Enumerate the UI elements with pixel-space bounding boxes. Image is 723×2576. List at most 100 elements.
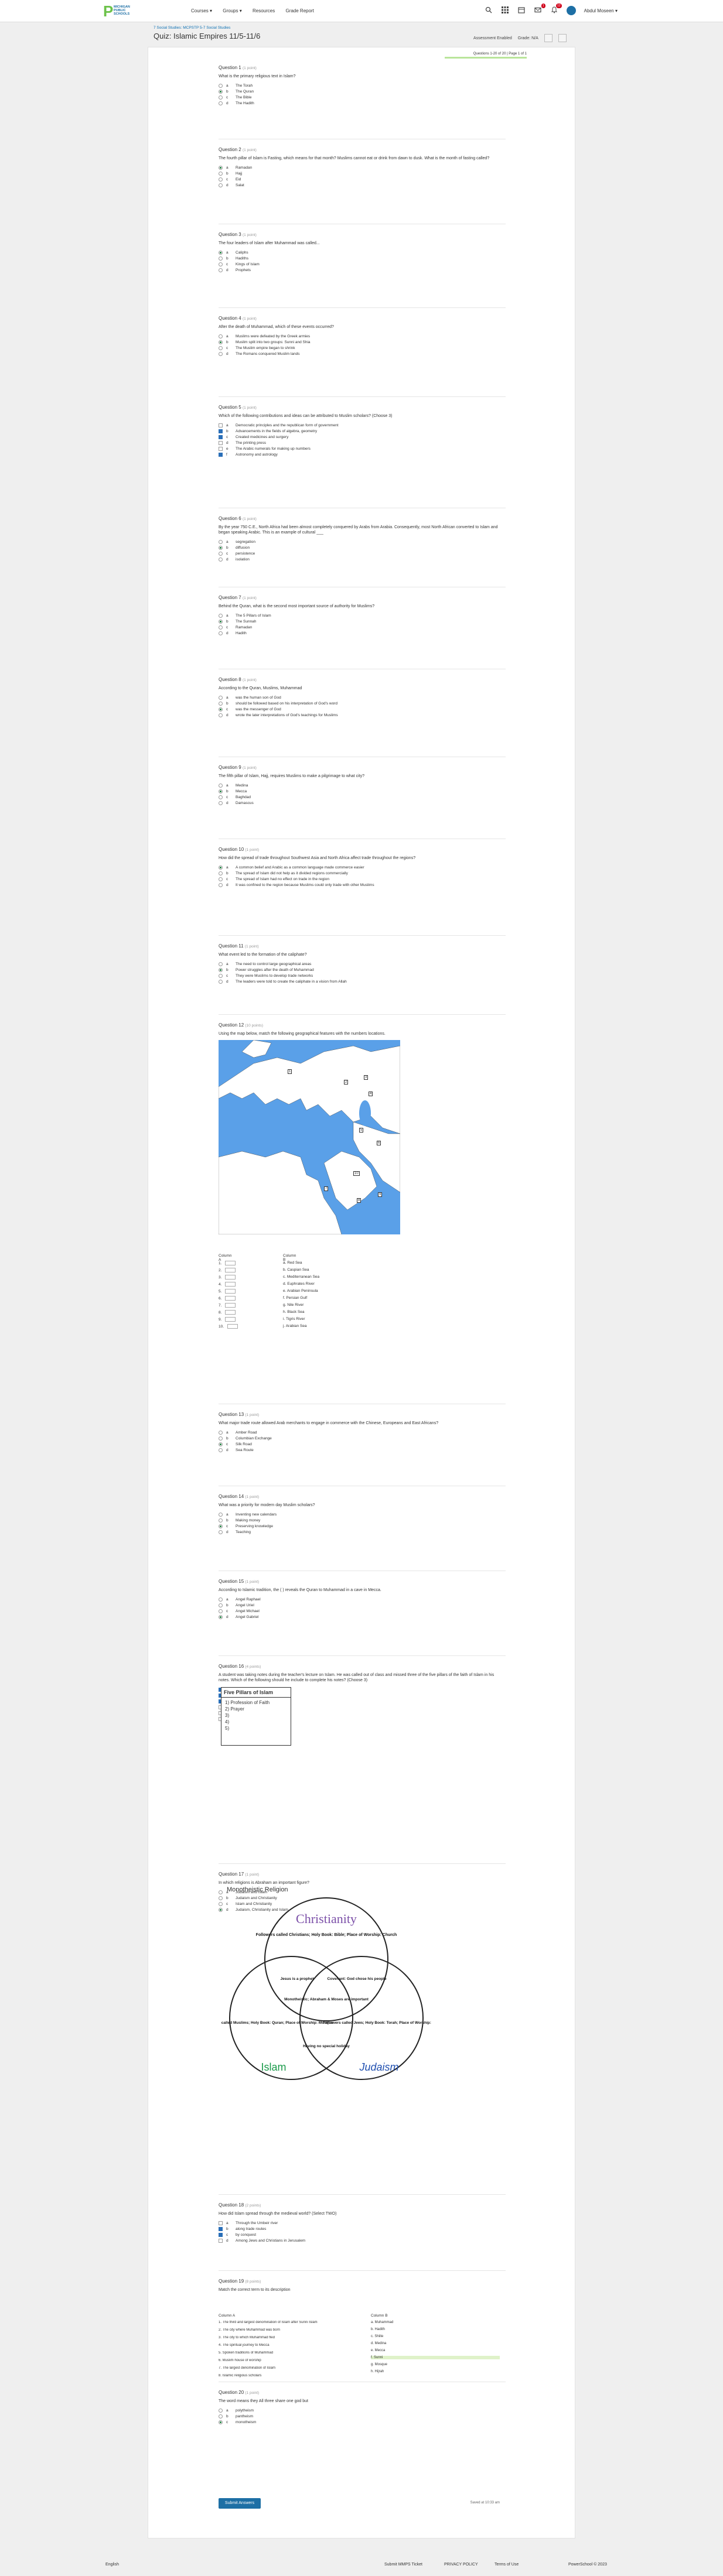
answer-option[interactable]: d Angel Gabriel xyxy=(219,1614,500,1620)
answer-option[interactable]: b Making money xyxy=(219,1517,500,1523)
answer-option[interactable]: c Created medicines and surgery xyxy=(219,434,500,440)
answer-radio[interactable] xyxy=(219,1530,223,1534)
answer-radio[interactable] xyxy=(219,613,223,618)
answer-radio[interactable] xyxy=(219,268,223,272)
answer-radio[interactable] xyxy=(219,1609,223,1613)
apps-grid-icon[interactable] xyxy=(501,6,509,15)
match-select[interactable] xyxy=(225,1317,236,1322)
answer-radio[interactable] xyxy=(219,789,223,793)
answer-option[interactable]: c by conquest xyxy=(219,2232,500,2238)
match-select[interactable] xyxy=(225,1303,236,1308)
answer-option[interactable]: a The 5 Pillars of Islam xyxy=(219,613,500,618)
answer-radio[interactable] xyxy=(219,262,223,266)
answer-radio[interactable] xyxy=(219,625,223,630)
answer-radio[interactable] xyxy=(219,1430,223,1435)
answer-radio[interactable] xyxy=(219,83,223,88)
answer-option[interactable]: d Damascus xyxy=(219,800,500,806)
answer-option[interactable]: a Medina xyxy=(219,782,500,788)
answer-option[interactable]: c Ramadan xyxy=(219,624,500,630)
answer-option[interactable]: b along trade routes xyxy=(219,2226,500,2232)
answer-option[interactable]: e The Arabic numerals for making up numbe… xyxy=(219,446,500,451)
term-description[interactable]: 7. The largest denomination of Islam xyxy=(219,2366,359,2370)
answer-radio[interactable] xyxy=(219,340,223,344)
answer-checkbox[interactable] xyxy=(219,446,223,451)
nav-courses[interactable]: Courses ▾ xyxy=(191,8,212,13)
answer-option[interactable]: b Mecca xyxy=(219,788,500,794)
submit-answers-button[interactable]: Submit Answers xyxy=(219,2498,261,2509)
answer-radio[interactable] xyxy=(219,250,223,255)
answer-option[interactable]: d The leaders were told to create the cal… xyxy=(219,979,500,984)
answer-option[interactable]: d Sea Route xyxy=(219,1447,500,1453)
term-description[interactable]: 1. The third and largest denomination of… xyxy=(219,2321,359,2324)
answer-option[interactable]: c was the messenger of God xyxy=(219,706,500,712)
answer-radio[interactable] xyxy=(219,979,223,984)
answer-radio[interactable] xyxy=(219,101,223,105)
answer-option[interactable]: b diffusion xyxy=(219,545,500,550)
answer-option[interactable]: b Power struggles after the death of Muha… xyxy=(219,967,500,973)
answer-radio[interactable] xyxy=(219,256,223,261)
answer-option[interactable]: b The Quran xyxy=(219,88,500,94)
term-description[interactable]: 6. Muslim house of worship xyxy=(219,2359,359,2362)
answer-option[interactable]: c monotheism xyxy=(219,2419,500,2425)
answer-radio[interactable] xyxy=(219,1448,223,1452)
answer-option[interactable]: b Hajj xyxy=(219,170,500,176)
bell-icon[interactable]: 12 xyxy=(550,4,562,15)
answer-radio[interactable] xyxy=(219,795,223,799)
answer-option[interactable]: b pantheism xyxy=(219,2413,500,2419)
answer-option[interactable]: b Advancements in the fields of algebra, … xyxy=(219,428,500,434)
answer-radio[interactable] xyxy=(219,967,223,972)
answer-option[interactable]: b should be followed based on his interpr… xyxy=(219,700,500,706)
answer-radio[interactable] xyxy=(219,865,223,870)
answer-option[interactable]: c The Muslim empire began to shrink xyxy=(219,345,500,351)
answer-radio[interactable] xyxy=(219,1442,223,1446)
answer-option[interactable]: d Prophets xyxy=(219,267,500,273)
answer-option[interactable]: c Eid xyxy=(219,176,500,182)
answer-option[interactable]: a The need to control large geographical … xyxy=(219,961,500,967)
answer-radio[interactable] xyxy=(219,631,223,635)
answer-radio[interactable] xyxy=(219,1512,223,1517)
footer-link-ticket[interactable]: Submit MMPS Ticket xyxy=(384,2563,422,2567)
answer-radio[interactable] xyxy=(219,345,223,350)
answer-radio[interactable] xyxy=(219,1597,223,1602)
match-select[interactable] xyxy=(225,1261,236,1265)
answer-option[interactable]: d isolation xyxy=(219,556,500,562)
answer-option[interactable]: c persistence xyxy=(219,550,500,556)
answer-option[interactable]: b Hadiths xyxy=(219,255,500,261)
answer-option[interactable]: a Amber Road xyxy=(219,1429,500,1435)
term-description[interactable]: 4. The spiritual journey to Mecca xyxy=(219,2344,359,2347)
footer-link-privacy[interactable]: PRIVACY POLICY xyxy=(444,2563,478,2567)
answer-option[interactable]: a The Torah xyxy=(219,83,500,88)
answer-radio[interactable] xyxy=(219,2408,223,2413)
answer-radio[interactable] xyxy=(219,334,223,338)
answer-checkbox[interactable] xyxy=(219,452,223,457)
mail-icon[interactable]: 1 xyxy=(534,4,545,15)
answer-option[interactable]: c Angel Michael xyxy=(219,1608,500,1614)
expand-icon[interactable] xyxy=(558,34,567,42)
answer-option[interactable]: a was the human son of God xyxy=(219,695,500,700)
answer-radio[interactable] xyxy=(219,973,223,978)
answer-option[interactable]: a Through the Umbeir river xyxy=(219,2220,500,2226)
answer-radio[interactable] xyxy=(219,551,223,556)
answer-radio[interactable] xyxy=(219,962,223,966)
answer-option[interactable]: d The Romans conquered Muslim lands xyxy=(219,351,500,357)
answer-radio[interactable] xyxy=(219,2414,223,2418)
nav-resources[interactable]: Resources xyxy=(253,8,275,13)
match-select[interactable] xyxy=(225,1282,236,1287)
answer-option[interactable]: f Astronomy and astrology xyxy=(219,451,500,457)
answer-option[interactable]: c Kings of Islam xyxy=(219,261,500,267)
answer-radio[interactable] xyxy=(219,183,223,187)
answer-option[interactable]: b Columbian Exchange xyxy=(219,1435,500,1441)
answer-option[interactable]: b Angel Uriel xyxy=(219,1602,500,1608)
answer-radio[interactable] xyxy=(219,1614,223,1619)
answer-option[interactable]: d The printing press xyxy=(219,440,500,446)
answer-option[interactable]: a Ramadan xyxy=(219,165,500,170)
answer-radio[interactable] xyxy=(219,539,223,544)
answer-option[interactable]: c Preserving knowledge xyxy=(219,1523,500,1529)
answer-radio[interactable] xyxy=(219,165,223,170)
term-description[interactable]: 3. The city to which Muhammad fled xyxy=(219,2336,359,2339)
nav-grade-report[interactable]: Grade Report xyxy=(285,8,313,13)
answer-checkbox[interactable] xyxy=(219,423,223,427)
term-description[interactable]: 2. The city where Muhammad was born xyxy=(219,2328,359,2332)
answer-radio[interactable] xyxy=(219,557,223,562)
term-description[interactable]: 8. Islamic religious scholars xyxy=(219,2374,359,2377)
